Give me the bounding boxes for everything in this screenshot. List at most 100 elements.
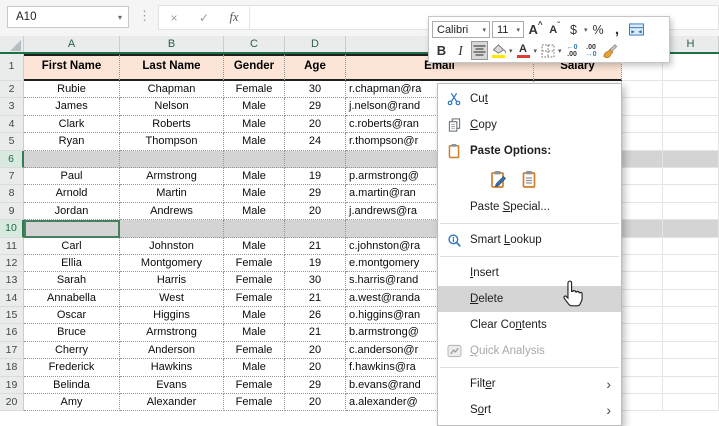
cell-B17[interactable]: Anderson <box>120 341 224 360</box>
accounting-format-icon[interactable]: $ <box>565 20 582 39</box>
cell-A13[interactable]: Sarah <box>24 272 120 290</box>
row-header-14[interactable]: 14 <box>0 289 24 308</box>
cell-A2[interactable]: Rubie <box>24 81 120 99</box>
cell-H18[interactable] <box>663 359 719 377</box>
cell-A20[interactable]: Amy <box>24 394 120 412</box>
cell-D4[interactable]: 20 <box>285 115 346 134</box>
cell-D17[interactable]: 20 <box>285 341 346 360</box>
cell-H17[interactable] <box>663 341 719 360</box>
cell-G11[interactable] <box>622 237 663 255</box>
cell-G13[interactable] <box>622 272 663 290</box>
row-header-1[interactable]: 1 <box>0 54 24 81</box>
cell-H3[interactable] <box>663 98 719 116</box>
cell-B6[interactable] <box>120 150 224 168</box>
cell-G10[interactable] <box>622 220 663 238</box>
cell-A17[interactable]: Cherry <box>24 341 120 360</box>
cell-H12[interactable] <box>663 254 719 273</box>
cell-H14[interactable] <box>663 289 719 308</box>
name-box[interactable]: A10 ▾ <box>7 6 129 28</box>
cell-G9[interactable] <box>622 202 663 221</box>
cell-C16[interactable]: Male <box>224 324 285 342</box>
row-header-5[interactable]: 5 <box>0 133 24 151</box>
row-header-10[interactable]: 10 <box>0 220 24 238</box>
cell-A3[interactable]: James <box>24 98 120 116</box>
menu-item-insert[interactable]: Insert <box>438 260 621 286</box>
cell-B18[interactable]: Hawkins <box>120 359 224 377</box>
cell-A15[interactable]: Oscar <box>24 307 120 325</box>
cell-C2[interactable]: Female <box>224 81 285 99</box>
cell-C11[interactable]: Male <box>224 237 285 255</box>
cell-B2[interactable]: Chapman <box>120 81 224 99</box>
menu-item-filter[interactable]: Filter › <box>438 371 621 397</box>
cell-B5[interactable]: Thompson <box>120 133 224 151</box>
paste-values-icon[interactable] <box>521 170 537 189</box>
cell-C17[interactable]: Female <box>224 341 285 360</box>
cell-C3[interactable]: Male <box>224 98 285 116</box>
font-size-select[interactable]: 11 ▾ <box>492 21 524 38</box>
cell-H19[interactable] <box>663 376 719 395</box>
cell-C19[interactable]: Female <box>224 376 285 395</box>
cell-A11[interactable]: Carl <box>24 237 120 255</box>
column-header-C[interactable]: C <box>224 36 285 52</box>
font-size-dropdown-icon[interactable]: ▾ <box>513 26 520 34</box>
column-header-H[interactable]: H <box>663 36 719 52</box>
cell-C5[interactable]: Male <box>224 133 285 151</box>
cell-D9[interactable]: 20 <box>285 202 346 221</box>
cell-B19[interactable]: Evans <box>120 376 224 395</box>
cell-G2[interactable] <box>622 81 663 99</box>
italic-button[interactable]: I <box>452 41 469 60</box>
font-color-dropdown-icon[interactable]: ▾ <box>534 47 538 55</box>
cell-G14[interactable] <box>622 289 663 308</box>
cell-H4[interactable] <box>663 115 719 134</box>
cell-D12[interactable]: 19 <box>285 254 346 273</box>
cell-B9[interactable]: Andrews <box>120 202 224 221</box>
cell-G12[interactable] <box>622 254 663 273</box>
increase-font-size-icon[interactable]: A ^ <box>527 20 544 39</box>
cell-D14[interactable]: 21 <box>285 289 346 308</box>
cell-A9[interactable]: Jordan <box>24 202 120 221</box>
cell-H13[interactable] <box>663 272 719 290</box>
menu-item-paste-options[interactable]: Paste Options: <box>438 138 621 164</box>
cell-H9[interactable] <box>663 202 719 221</box>
borders-button[interactable] <box>539 41 556 60</box>
cell-G6[interactable] <box>622 150 663 168</box>
center-align-button[interactable] <box>471 41 488 60</box>
cell-D8[interactable]: 29 <box>285 185 346 203</box>
cell-B11[interactable]: Johnston <box>120 237 224 255</box>
cell-G7[interactable] <box>622 167 663 186</box>
row-header-18[interactable]: 18 <box>0 359 24 377</box>
menu-item-paste-special[interactable]: Paste Special... <box>438 194 621 220</box>
row-header-12[interactable]: 12 <box>0 254 24 273</box>
row-header-6[interactable]: 6 <box>0 150 24 168</box>
comma-style-icon[interactable]: , <box>609 20 626 39</box>
cell-G5[interactable] <box>622 133 663 151</box>
row-header-2[interactable]: 2 <box>0 81 24 99</box>
row-header-8[interactable]: 8 <box>0 185 24 203</box>
row-header-11[interactable]: 11 <box>0 237 24 255</box>
row-header-20[interactable]: 20 <box>0 394 24 412</box>
cell-A7[interactable]: Paul <box>24 167 120 186</box>
cell-D16[interactable]: 21 <box>285 324 346 342</box>
cell-A12[interactable]: Ellia <box>24 254 120 273</box>
row-header-9[interactable]: 9 <box>0 202 24 221</box>
format-as-table-icon[interactable] <box>628 20 645 39</box>
cell-G3[interactable] <box>622 98 663 116</box>
cell-A5[interactable]: Ryan <box>24 133 120 151</box>
cell-A18[interactable]: Frederick <box>24 359 120 377</box>
cell-B8[interactable]: Martin <box>120 185 224 203</box>
cell-H5[interactable] <box>663 133 719 151</box>
cell-D19[interactable]: 29 <box>285 376 346 395</box>
cell-B3[interactable]: Nelson <box>120 98 224 116</box>
cell-B15[interactable]: Higgins <box>120 307 224 325</box>
column-header-D[interactable]: D <box>285 36 346 52</box>
cell-B13[interactable]: Harris <box>120 272 224 290</box>
cell-D15[interactable]: 26 <box>285 307 346 325</box>
cell-D20[interactable]: 20 <box>285 394 346 412</box>
cell-H20[interactable] <box>663 394 719 412</box>
cell-G8[interactable] <box>622 185 663 203</box>
cell-C4[interactable]: Male <box>224 115 285 134</box>
cell-A16[interactable]: Bruce <box>24 324 120 342</box>
cell-B7[interactable]: Armstrong <box>120 167 224 186</box>
cell-H8[interactable] <box>663 185 719 203</box>
row-header-3[interactable]: 3 <box>0 98 24 116</box>
